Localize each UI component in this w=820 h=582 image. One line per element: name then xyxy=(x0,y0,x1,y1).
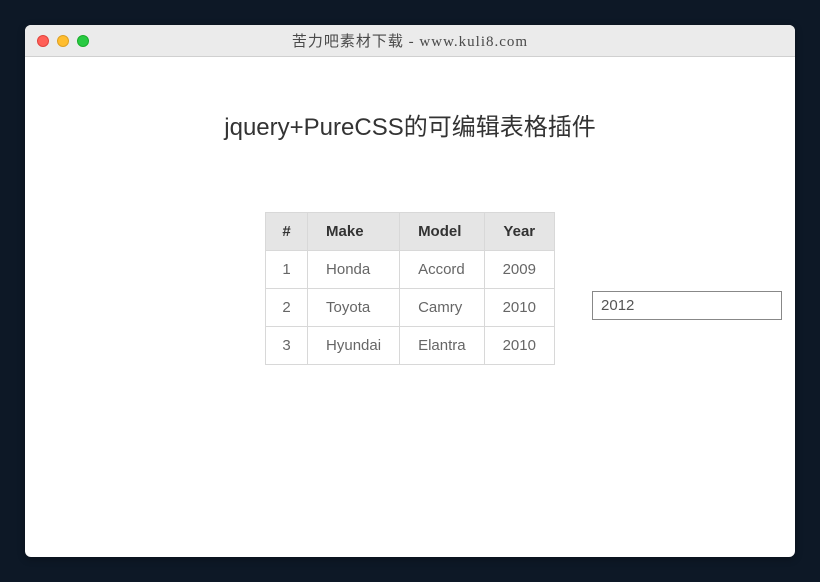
window-titlebar: 苦力吧素材下载 - www.kuli8.com xyxy=(25,25,795,57)
col-header-num: # xyxy=(266,213,308,251)
cell-make[interactable]: Hyundai xyxy=(308,327,400,365)
table-row: 2 Toyota Camry 2010 xyxy=(266,289,555,327)
close-icon[interactable] xyxy=(37,35,49,47)
col-header-model: Model xyxy=(400,213,485,251)
cell-edit-input[interactable] xyxy=(592,291,782,320)
cell-num[interactable]: 1 xyxy=(266,251,308,289)
cell-num[interactable]: 2 xyxy=(266,289,308,327)
table-row: 1 Honda Accord 2009 xyxy=(266,251,555,289)
cell-num[interactable]: 3 xyxy=(266,327,308,365)
window-controls xyxy=(37,35,89,47)
maximize-icon[interactable] xyxy=(77,35,89,47)
page-title: jquery+PureCSS的可编辑表格插件 xyxy=(55,107,765,142)
cell-year[interactable]: 2010 xyxy=(484,327,554,365)
table-header-row: # Make Model Year xyxy=(266,213,555,251)
editable-table: # Make Model Year 1 Honda Accord 2009 2 xyxy=(265,212,555,365)
cell-model[interactable]: Accord xyxy=(400,251,485,289)
browser-window: 苦力吧素材下载 - www.kuli8.com jquery+PureCSS的可… xyxy=(25,25,795,557)
table-row: 3 Hyundai Elantra 2010 xyxy=(266,327,555,365)
col-header-make: Make xyxy=(308,213,400,251)
cell-year[interactable]: 2010 xyxy=(484,289,554,327)
cell-make[interactable]: Toyota xyxy=(308,289,400,327)
col-header-year: Year xyxy=(484,213,554,251)
content-area: jquery+PureCSS的可编辑表格插件 # Make Model Year… xyxy=(25,57,795,400)
cell-model[interactable]: Camry xyxy=(400,289,485,327)
cell-year[interactable]: 2009 xyxy=(484,251,554,289)
cell-model[interactable]: Elantra xyxy=(400,327,485,365)
cell-make[interactable]: Honda xyxy=(308,251,400,289)
minimize-icon[interactable] xyxy=(57,35,69,47)
window-title: 苦力吧素材下载 - www.kuli8.com xyxy=(37,30,783,51)
table-container: # Make Model Year 1 Honda Accord 2009 2 xyxy=(265,212,555,365)
